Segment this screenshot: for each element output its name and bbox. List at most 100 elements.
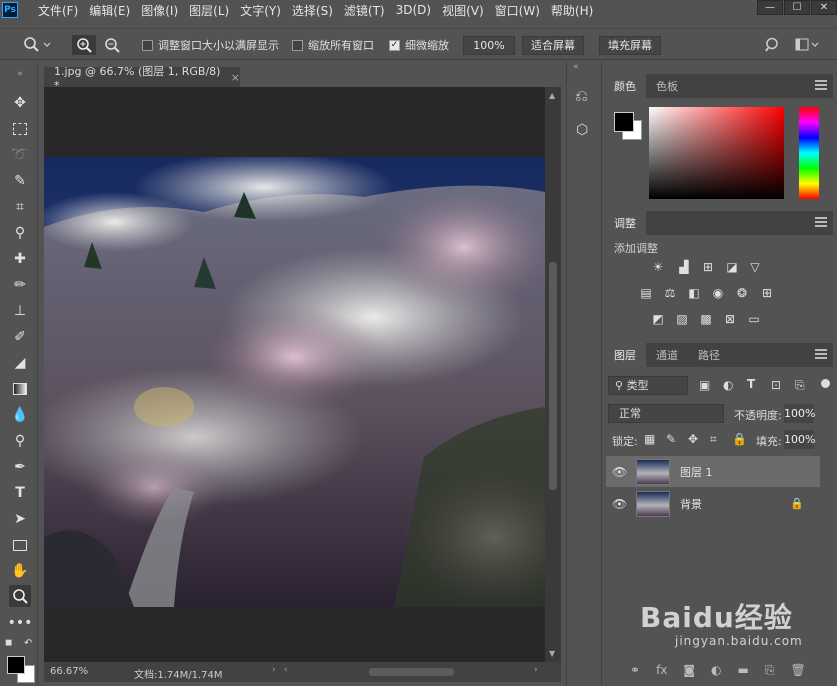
menu-layer[interactable]: 图层(L) [189, 2, 229, 19]
menu-help[interactable]: 帮助(H) [551, 2, 593, 19]
crop-tool-icon[interactable]: ⌗ [9, 196, 31, 218]
visibility-eye-icon[interactable]: 👁 [612, 465, 630, 479]
layer-style-icon[interactable]: fx [656, 663, 667, 677]
black-white-icon[interactable]: ◧ [686, 286, 702, 300]
visibility-eye-icon[interactable]: 👁 [612, 497, 630, 511]
brightness-contrast-icon[interactable]: ☀ [650, 260, 666, 274]
3d-panel-icon[interactable]: ⬡ [576, 122, 588, 138]
menu-edit[interactable]: 编辑(E) [89, 2, 130, 19]
tab-color[interactable]: 颜色 [604, 74, 646, 98]
color-foreground-swatch[interactable] [614, 112, 634, 132]
tab-paths[interactable]: 路径 [688, 343, 730, 367]
healing-brush-tool-icon[interactable]: ✚ [9, 248, 31, 270]
color-field-picker[interactable] [649, 107, 784, 199]
posterize-icon[interactable]: ▨ [674, 312, 690, 326]
photo-filter-icon[interactable]: ◉ [710, 286, 726, 300]
path-selection-tool-icon[interactable]: ➤ [9, 508, 31, 530]
new-group-icon[interactable]: ▬ [738, 663, 749, 677]
filter-type-icon[interactable]: T [747, 377, 755, 391]
minimize-button[interactable]: — [757, 0, 783, 15]
menu-file[interactable]: 文件(F) [38, 2, 78, 19]
tab-layers[interactable]: 图层 [604, 343, 646, 367]
exposure-icon[interactable]: ◪ [724, 260, 740, 274]
workspace-switcher[interactable] [795, 35, 821, 55]
maximize-button[interactable]: ☐ [784, 0, 810, 15]
menu-image[interactable]: 图像(I) [141, 2, 178, 19]
scrubby-zoom-check[interactable]: ✓ [389, 39, 400, 51]
zoom-out-button[interactable] [100, 35, 124, 55]
expand-panels-icon[interactable]: « [573, 62, 579, 72]
scroll-left-icon[interactable]: ‹ [284, 665, 288, 675]
hue-saturation-icon[interactable]: ▤ [638, 286, 654, 300]
scroll-up-icon[interactable]: ▲ [549, 91, 555, 100]
document-canvas-image[interactable] [44, 157, 545, 607]
resize-window-checkbox[interactable]: 调整窗口大小以满屏显示 [142, 35, 279, 55]
tab-swatches[interactable]: 色板 [646, 74, 688, 98]
fill-screen-button[interactable]: 填充屏幕 [599, 35, 661, 55]
zoom-percentage-field[interactable]: 100% [463, 35, 515, 55]
move-tool-icon[interactable]: ✥ [9, 92, 31, 114]
zoom-level-readout[interactable]: 66.67% [50, 666, 88, 677]
new-layer-icon[interactable]: ⎘ [765, 663, 775, 678]
menu-view[interactable]: 视图(V) [442, 2, 484, 19]
scroll-right-icon[interactable]: › [534, 665, 538, 675]
threshold-icon[interactable]: ▩ [698, 312, 714, 326]
zoom-tool-preset[interactable] [22, 35, 50, 55]
quick-select-tool-icon[interactable]: ✎ [9, 170, 31, 192]
more-tools-icon[interactable]: ••• [8, 612, 33, 634]
layer-row[interactable]: 👁 背景 🔒 [606, 488, 820, 519]
history-panel-icon[interactable]: ⎌ [575, 86, 588, 106]
dodge-tool-icon[interactable]: ⚲ [9, 430, 31, 452]
type-tool-icon[interactable]: T [9, 482, 31, 504]
delete-layer-icon[interactable]: 🗑 [790, 663, 805, 677]
zoom-all-windows-checkbox[interactable]: 缩放所有窗口 [292, 35, 374, 55]
search-button[interactable] [765, 35, 781, 55]
blend-mode-select[interactable]: 正常 [608, 404, 724, 423]
color-lookup-icon[interactable]: ⊞ [759, 286, 775, 300]
link-layers-icon[interactable]: ⚭ [630, 663, 640, 677]
layer-row[interactable]: 👁 图层 1 [606, 456, 820, 487]
resize-window-check[interactable] [142, 39, 153, 51]
levels-icon[interactable]: ▟ [676, 260, 692, 274]
close-document-icon[interactable]: × [231, 71, 240, 84]
blur-tool-icon[interactable]: 💧 [9, 404, 31, 426]
swap-colors-icon[interactable]: ↶ [24, 638, 32, 649]
layer-filter-kind-select[interactable]: ⚲ 类型 [608, 376, 688, 395]
vibrance-icon[interactable]: ▽ [747, 260, 763, 274]
menu-filter[interactable]: 滤镜(T) [344, 2, 385, 19]
clone-stamp-tool-icon[interactable]: ⊥ [9, 300, 31, 322]
selective-color-icon[interactable]: ⊠ [722, 312, 738, 326]
fit-screen-button[interactable]: 适合屏幕 [522, 35, 584, 55]
lock-image-icon[interactable]: ✎ [666, 432, 676, 446]
filter-shape-icon[interactable]: ⊡ [771, 378, 781, 392]
menu-type[interactable]: 文字(Y) [240, 2, 281, 19]
horizontal-scroll-thumb[interactable] [369, 668, 454, 676]
collapse-toolbar-icon[interactable]: » [9, 63, 31, 85]
marquee-tool-icon[interactable] [9, 118, 31, 140]
menu-select[interactable]: 选择(S) [292, 2, 333, 19]
invert-icon[interactable]: ◩ [650, 312, 666, 326]
zoom-tool-icon[interactable] [9, 585, 31, 607]
fill-field[interactable]: 100% [784, 430, 815, 449]
scrubby-zoom-checkbox[interactable]: ✓ 细微缩放 [389, 35, 449, 55]
add-mask-icon[interactable]: ◙ [683, 663, 695, 677]
scroll-down-icon[interactable]: ▼ [549, 649, 555, 658]
color-balance-icon[interactable]: ⚖ [662, 286, 678, 300]
lock-artboard-icon[interactable]: ⌗ [710, 432, 717, 447]
filter-smart-object-icon[interactable]: ⎘ [795, 378, 805, 393]
tab-channels[interactable]: 通道 [646, 343, 688, 367]
brush-tool-icon[interactable]: ✏ [9, 274, 31, 296]
lock-position-icon[interactable]: ✥ [688, 432, 698, 446]
filter-adjustment-icon[interactable]: ◐ [723, 378, 733, 392]
layers-panel-menu-icon[interactable] [815, 349, 827, 359]
eraser-tool-icon[interactable]: ◢ [9, 352, 31, 374]
zoom-all-check[interactable] [292, 39, 303, 51]
menu-3d[interactable]: 3D(D) [396, 3, 431, 17]
zoom-in-button[interactable] [72, 35, 96, 55]
menu-window[interactable]: 窗口(W) [495, 2, 540, 19]
hue-slider[interactable] [799, 107, 819, 199]
gradient-map-icon[interactable]: ▭ [746, 312, 762, 326]
hand-tool-icon[interactable]: ✋ [9, 560, 31, 582]
foreground-color-swatch[interactable] [7, 656, 25, 674]
curves-icon[interactable]: ⊞ [700, 260, 716, 274]
